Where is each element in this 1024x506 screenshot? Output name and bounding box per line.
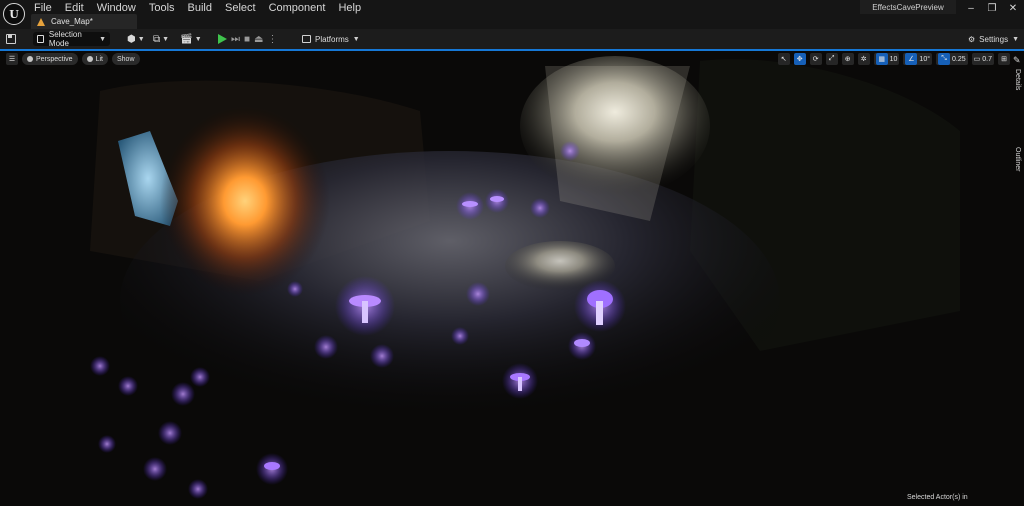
settings-dropdown[interactable]: ⚙ Settings ▼ <box>968 32 1019 46</box>
camera-speed-button[interactable]: ▭ 0.7 <box>971 53 994 65</box>
unreal-logo-icon[interactable]: U <box>3 3 25 25</box>
advance-frame-icon[interactable]: ⏭ <box>231 34 240 45</box>
brush-icon[interactable]: ✎ <box>1013 55 1023 65</box>
grid-snap-value: 10 <box>889 55 898 63</box>
cave-scene <box>0 51 1024 506</box>
scale-snap-icon: ⤡ <box>938 53 951 65</box>
lit-label: Lit <box>95 55 103 63</box>
scale-snap-toggle[interactable]: ⤡ 0.25 <box>936 53 968 65</box>
select-tool-icon[interactable]: ↖ <box>777 53 790 65</box>
show-label: Show <box>116 55 135 63</box>
camera-icon: ▭ <box>973 56 981 63</box>
settings-label: Settings <box>979 34 1009 44</box>
scale-tool-icon[interactable]: ⤢ <box>825 53 838 65</box>
selection-mode-icon <box>37 35 44 43</box>
rotation-snap-value: 10° <box>919 55 931 63</box>
cinematics-dropdown[interactable]: 🎬︎ ▼ <box>180 32 202 46</box>
gear-icon: ⚙ <box>968 34 976 44</box>
menu-file[interactable]: File <box>33 2 59 14</box>
project-name: EffectsCavePreview <box>860 0 956 14</box>
menu-edit[interactable]: Edit <box>64 2 91 14</box>
menu-window[interactable]: Window <box>96 2 143 14</box>
surface-snap-icon[interactable]: ✲ <box>857 53 870 65</box>
selection-mode-dropdown[interactable]: Selection Mode ▼ <box>33 30 110 48</box>
add-actor-icon: ⬢ <box>127 33 136 45</box>
translate-tool-icon[interactable]: ✥ <box>793 53 806 65</box>
menu-tools[interactable]: Tools <box>148 2 182 14</box>
perspective-button[interactable]: Perspective <box>22 53 78 65</box>
viewport-options-icon[interactable]: ☰ <box>6 53 18 65</box>
blueprints-dropdown[interactable]: ⧉ ▼ <box>153 32 169 46</box>
selected-actors-status: Selected Actor(s) in <box>907 494 968 501</box>
grid-snap-icon: ▦ <box>875 53 888 65</box>
menu-component[interactable]: Component <box>268 2 333 14</box>
main-toolbar: Selection Mode ▼ ⬢ ▼ ⧉ ▼ 🎬︎ ▼ ⏭ ■ ⏏ ⋮ Platf… <box>0 29 1024 49</box>
unreal-editor-window: U File Edit Window Tools Build Select Co… <box>0 0 1024 506</box>
rotation-snap-icon: ∠ <box>905 53 918 65</box>
chevron-down-icon: ▼ <box>352 35 360 43</box>
menu-build[interactable]: Build <box>187 2 219 14</box>
play-icon[interactable] <box>218 34 227 44</box>
scale-snap-value: 0.25 <box>952 55 966 63</box>
grid-snap-toggle[interactable]: ▦ 10 <box>873 53 900 65</box>
menu-help[interactable]: Help <box>337 2 368 14</box>
show-button[interactable]: Show <box>111 53 140 65</box>
title-bar: U File Edit Window Tools Build Select Co… <box>0 0 1024 29</box>
menu-select[interactable]: Select <box>224 2 263 14</box>
rotate-tool-icon[interactable]: ⟳ <box>809 53 822 65</box>
camera-speed-value: 0.7 <box>982 55 992 63</box>
chevron-down-icon: ▼ <box>137 35 145 43</box>
level-tab-label: Cave_Map* <box>51 17 93 26</box>
stop-icon[interactable]: ■ <box>244 34 250 45</box>
add-content-dropdown[interactable]: ⬢ ▼ <box>127 32 145 46</box>
minimize-button[interactable]: – <box>962 2 980 14</box>
details-tab[interactable]: Details <box>1014 69 1021 90</box>
chevron-down-icon: ▼ <box>162 35 170 43</box>
platforms-icon <box>302 35 311 43</box>
eject-icon[interactable]: ⏏ <box>254 34 263 45</box>
chevron-down-icon: ▼ <box>194 35 202 43</box>
viewport-layout-icon[interactable]: ⊞ <box>998 53 1010 65</box>
perspective-icon <box>27 56 33 62</box>
viewport-toolbar-right: ↖ ✥ ⟳ ⤢ ⊕ ✲ ▦ 10 ∠ 10° ⤡ 0.25 ▭ 0.7 ⊞ <box>777 53 1010 65</box>
world-space-icon[interactable]: ⊕ <box>841 53 854 65</box>
menu-bar: File Edit Window Tools Build Select Comp… <box>33 2 373 14</box>
play-options-icon[interactable]: ⋮ <box>268 34 278 45</box>
rotation-snap-toggle[interactable]: ∠ 10° <box>903 53 933 65</box>
perspective-label: Perspective <box>36 55 73 63</box>
chevron-down-icon: ▼ <box>1012 35 1020 43</box>
chevron-down-icon: ▼ <box>99 35 106 43</box>
clapper-icon: 🎬︎ <box>180 33 193 45</box>
outliner-tab[interactable]: Outliner <box>1014 147 1021 172</box>
restore-button[interactable]: ❐ <box>983 2 1001 14</box>
close-button[interactable]: ✕ <box>1004 2 1022 14</box>
platforms-dropdown[interactable]: Platforms ▼ <box>302 32 360 46</box>
lit-button[interactable]: Lit <box>81 53 108 65</box>
selection-mode-label: Selection Mode <box>48 30 82 48</box>
lit-icon <box>86 56 93 62</box>
platforms-label: Platforms <box>315 34 349 44</box>
level-icon <box>37 17 46 26</box>
viewport-toolbar-left: ☰ Perspective Lit Show <box>6 53 140 65</box>
blueprint-icon: ⧉ <box>153 33 161 45</box>
level-tab[interactable]: Cave_Map* <box>31 14 137 29</box>
save-button[interactable] <box>6 32 20 46</box>
play-controls: ⏭ ■ ⏏ ⋮ <box>218 32 278 46</box>
level-viewport[interactable]: ☰ Perspective Lit Show ↖ ✥ ⟳ ⤢ ⊕ ✲ ▦ 10 <box>0 51 1024 506</box>
save-icon <box>6 34 16 44</box>
side-panel-tabs: ✎ Details Outliner <box>1012 51 1024 506</box>
